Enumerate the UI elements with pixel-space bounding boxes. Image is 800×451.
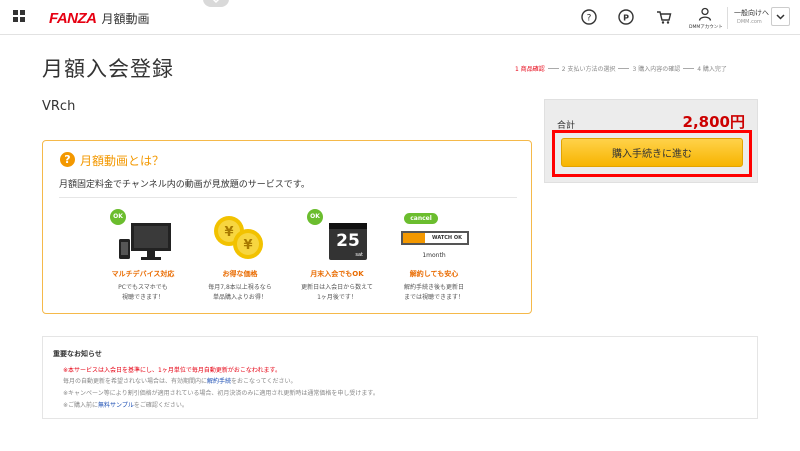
notice-line-2: 毎月の自動更新を希望されない場合は、有効期間内に解約手続をおこなってください。 — [63, 378, 297, 385]
info-description: 月額固定料金でチャンネル内の動画が見放題のサービスです。 — [59, 180, 310, 190]
service-info-box: ? 月額動画とは？ 月額固定料金でチャンネル内の動画が見放題のサービスです。 O… — [42, 140, 532, 314]
feature-title: 月末入会でもOK — [310, 270, 364, 278]
feature-title: マルチデバイス対応 — [111, 270, 175, 278]
chevron-down-icon — [776, 14, 785, 20]
feature-text-1: PCでもスマホでも — [118, 284, 168, 291]
cancel-procedure-link[interactable]: 解約手続 — [207, 378, 231, 385]
apps-grid-icon[interactable] — [13, 10, 25, 22]
feature-text-1: 更新日は入会日から数えて — [301, 284, 373, 291]
region-switch-link[interactable]: 一般向けへ — [734, 8, 769, 18]
account-label: DMMアカウント — [689, 25, 723, 30]
product-name: VRch — [42, 99, 76, 114]
region-dropdown-button[interactable] — [771, 7, 790, 26]
calendar-icon: OK 25 sat — [287, 209, 387, 263]
important-notice: 重要なお知らせ ※本サービスは入会日を基準にし、1ヶ月単位で毎月自動更新がおこな… — [42, 336, 758, 419]
feature-text-1: 解約手続き後も更新日 — [403, 284, 464, 291]
notice-line-1: ※本サービスは入会日を基準にし、1ヶ月単位で毎月自動更新がおこなわれます。 — [63, 367, 281, 374]
svg-text:?: ? — [587, 14, 592, 24]
step-2: 2 支払い方法の選択 — [561, 66, 616, 73]
svg-text:P: P — [623, 14, 629, 23]
account-button[interactable]: DMMアカウント — [689, 6, 723, 30]
question-icon: ? — [60, 152, 75, 167]
feature-text-2: 視聴できます！ — [121, 294, 164, 301]
feature-multi-device: OK マルチデバイス対応 PCでもスマホでも 視聴できます！ — [93, 209, 193, 303]
proceed-purchase-button[interactable]: 購入手続きに進む — [561, 138, 743, 167]
step-4: 4 購入完了 — [697, 66, 727, 73]
notice-line-3: ※キャンペーン等により割引価格が適用されている場合、初月決済のみに適用され更新時… — [63, 390, 379, 397]
page-title: 月額入会登録 — [42, 57, 174, 81]
feature-text-2: 1ヶ月後です！ — [317, 294, 357, 301]
svg-text:¥: ¥ — [224, 225, 233, 240]
points-icon[interactable]: P — [617, 8, 635, 26]
feature-title: お得な価格 — [222, 270, 258, 278]
order-summary-panel: 合計 2,800円 購入手続きに進む — [544, 99, 758, 183]
feature-title: 解約しても安心 — [409, 270, 459, 278]
logo-brand: FANZA — [49, 9, 97, 27]
cart-icon[interactable] — [655, 8, 673, 26]
step-3: 3 購入内容の確認 — [632, 66, 681, 73]
progress-steps: 1 商品確認 2 支払い方法の選択 3 購入内容の確認 4 購入完了 — [515, 64, 727, 73]
notice-line-4: ※ご購入前に無料サンプルをご確認ください。 — [63, 402, 188, 409]
highlight-box: 購入手続きに進む — [552, 130, 752, 177]
feature-text-2: までは視聴できます！ — [403, 294, 464, 301]
logo-sub: 月額動画 — [101, 11, 150, 26]
feature-text-1: 毎月7,8本以上視るなら — [208, 284, 272, 291]
total-price: 2,800円 — [682, 113, 745, 131]
cancel-timeline-icon: cancel WATCH OK 1month — [384, 209, 484, 263]
feature-price: ¥ ¥ お得な価格 毎月7,8本以上視るなら 単品購入よりお得！ — [190, 209, 290, 303]
feature-cancel: cancel WATCH OK 1month 解約しても安心 解約手続き後も更新… — [384, 209, 484, 303]
multi-device-icon: OK — [93, 209, 193, 263]
step-1: 1 商品確認 — [515, 66, 545, 73]
region-sub-label: DMM.com — [737, 19, 762, 25]
free-sample-link[interactable]: 無料サンプル — [98, 402, 134, 409]
header-divider — [727, 7, 728, 29]
chevron-down-icon[interactable] — [203, 0, 229, 7]
site-logo[interactable]: FANZA 月額動画 — [49, 9, 150, 27]
user-icon — [698, 7, 712, 21]
feature-month-end: OK 25 sat 月末入会でもOK 更新日は入会日から数えて 1ヶ月後です！ — [287, 209, 387, 303]
notice-title: 重要なお知らせ — [53, 350, 102, 358]
feature-text-2: 単品購入よりお得！ — [213, 294, 267, 301]
help-icon[interactable]: ? — [580, 8, 598, 26]
svg-text:¥: ¥ — [243, 238, 252, 253]
divider — [59, 197, 517, 198]
yen-coins-icon: ¥ ¥ — [190, 209, 290, 263]
info-title: 月額動画とは？ — [80, 154, 165, 168]
top-header: FANZA 月額動画 ? P DMMアカウント 一般向けへ DMM.com — [0, 0, 800, 35]
